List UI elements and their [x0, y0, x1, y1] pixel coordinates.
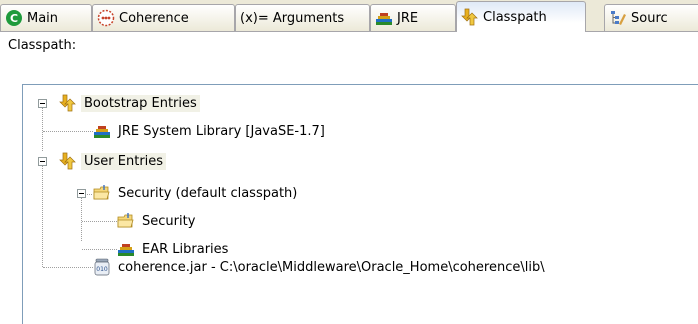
tree-item-jre-library[interactable]: JRE System Library [JavaSE-1.7] [93, 118, 328, 144]
tab-jre[interactable]: JRE [370, 4, 456, 31]
tree-connector [81, 197, 82, 241]
bootstrap-entries-label: Bootstrap Entries [81, 94, 200, 112]
tree-connector [82, 249, 117, 250]
classpath-arrows-icon [59, 152, 76, 170]
tree-item-security[interactable]: Security [117, 208, 198, 234]
tree-connector [42, 157, 43, 267]
jar-file-icon: 010 [94, 258, 110, 276]
jre-system-library-label: JRE System Library [JavaSE-1.7] [118, 123, 325, 139]
classpath-arrows-icon [59, 94, 76, 112]
tree-connector [42, 103, 43, 151]
coherence-jar-label: coherence.jar - C:\oracle\Middleware\Ora… [118, 259, 545, 275]
svg-text:C: C [10, 12, 18, 25]
tab-classpath[interactable]: Classpath [456, 1, 586, 32]
security-label: Security [142, 213, 196, 229]
tree-item-user-entries[interactable]: User Entries [59, 148, 167, 174]
collapse-security-default-toggle[interactable] [77, 189, 86, 198]
user-entries-label: User Entries [81, 152, 167, 170]
tab-jre-label: JRE [397, 10, 419, 26]
classpath-arrows-icon [461, 8, 478, 26]
tree-connector [82, 221, 117, 222]
tree-connector [43, 131, 93, 132]
tree-item-bootstrap[interactable]: Bootstrap Entries [59, 90, 200, 116]
svg-text:010: 010 [96, 266, 108, 273]
tab-arguments[interactable]: (x)= Arguments [235, 4, 370, 31]
collapse-user-entries-toggle[interactable] [38, 157, 47, 166]
source-icon [611, 11, 626, 25]
tree-item-security-default[interactable]: Security (default classpath) [93, 180, 300, 206]
tree-item-coherence-jar[interactable]: 010 coherence.jar - C:\oracle\Middleware… [93, 254, 548, 280]
collapse-bootstrap-toggle[interactable] [38, 99, 47, 108]
main-tab-icon: C [6, 10, 22, 26]
coherence-icon [97, 9, 115, 27]
tab-coherence-label: Coherence [119, 10, 189, 26]
tab-classpath-label: Classpath [483, 9, 547, 25]
library-books-icon [376, 13, 392, 25]
classpath-tree[interactable]: Bootstrap Entries JRE System Library [Ja… [22, 84, 698, 324]
tab-main[interactable]: C Main [0, 4, 92, 31]
tab-source[interactable]: Sourc [604, 4, 698, 31]
project-folder-icon [93, 185, 110, 200]
tab-coherence[interactable]: Coherence [92, 4, 235, 31]
library-books-icon [94, 126, 110, 138]
classpath-heading: Classpath: [8, 38, 77, 53]
tab-main-label: Main [27, 10, 59, 26]
project-folder-icon [117, 213, 134, 228]
tree-connector [43, 267, 93, 268]
tab-source-label: Sourc [631, 10, 668, 26]
security-default-classpath-label: Security (default classpath) [118, 185, 298, 201]
tab-arguments-label: (x)= Arguments [240, 10, 345, 26]
launch-config-tabs: C Main Coherence (x)= Arguments JRE Clas… [0, 0, 698, 32]
